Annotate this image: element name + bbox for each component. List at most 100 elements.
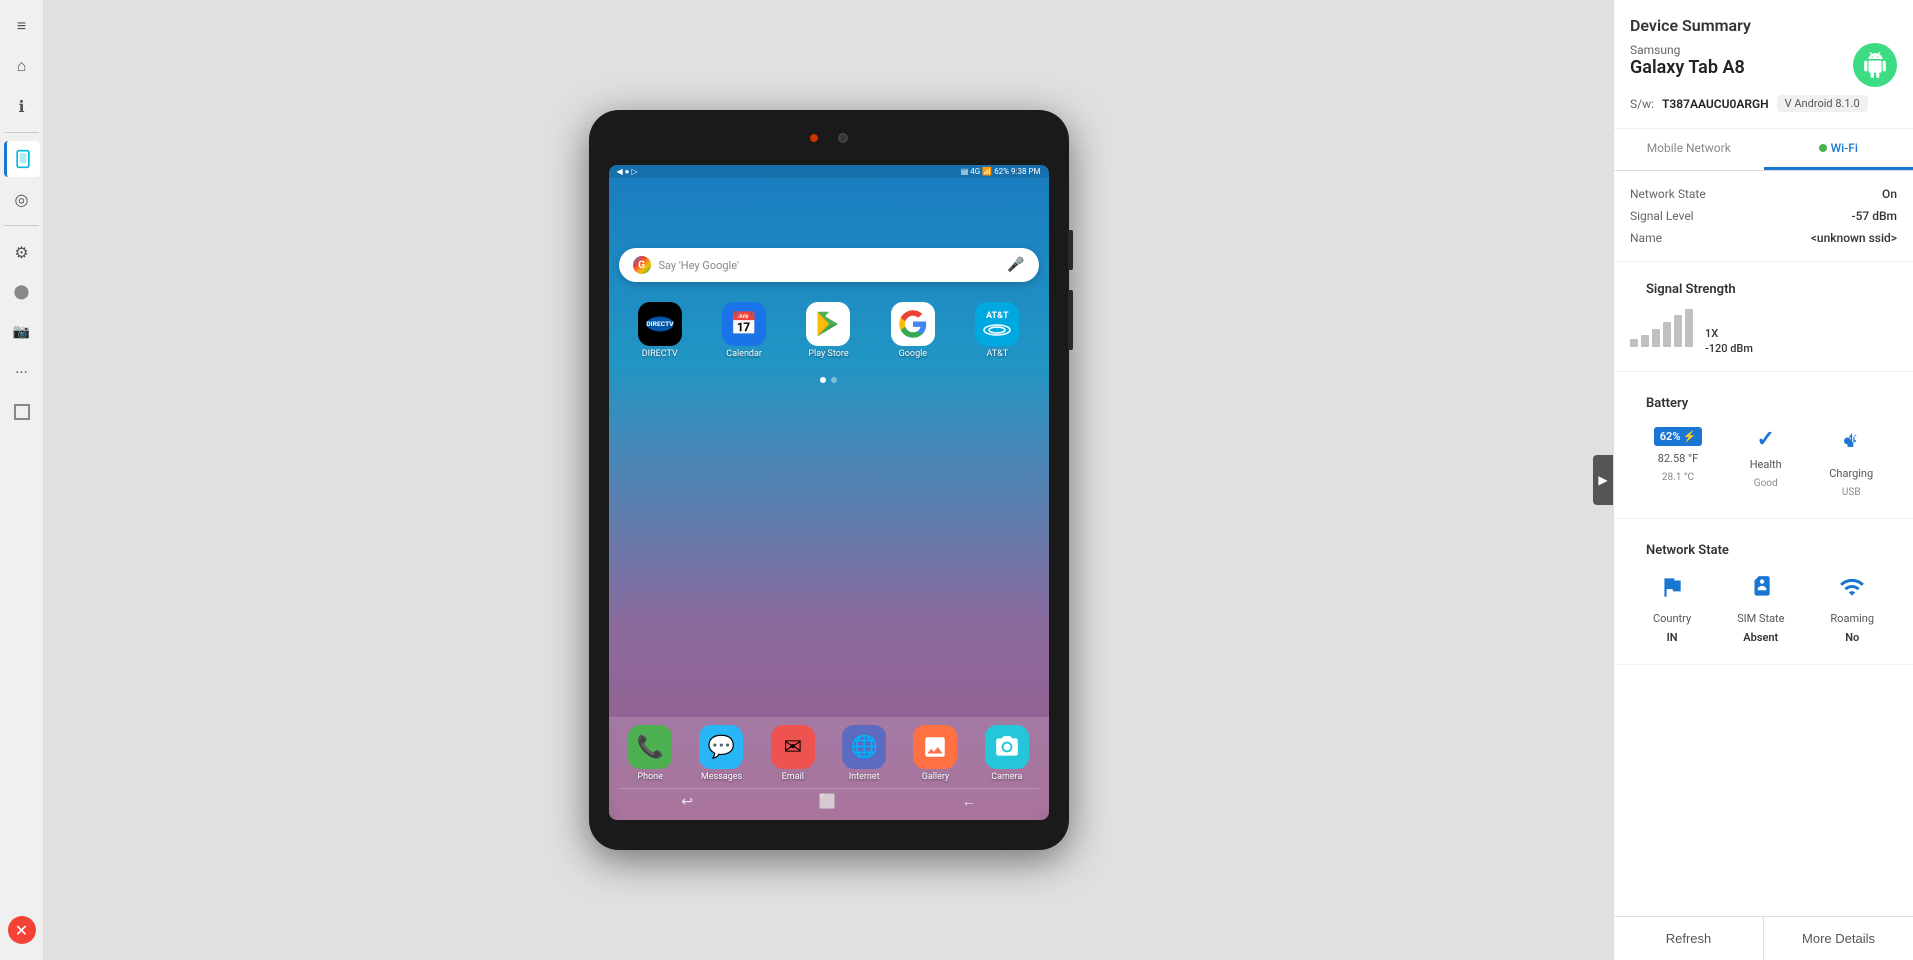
charging-label: Charging [1829, 467, 1873, 481]
more-details-button[interactable]: More Details [1764, 917, 1913, 960]
usb-icon [1837, 427, 1865, 455]
phone-top-bar [589, 110, 1069, 165]
tab-wifi[interactable]: Wi-Fi [1764, 129, 1913, 170]
android-icon [1862, 52, 1888, 78]
roaming-label: Roaming [1830, 612, 1874, 625]
app-playstore[interactable]: Play Store [792, 302, 864, 359]
internet-icon: 🌐 [842, 725, 886, 769]
sw-label: S/w: [1630, 97, 1654, 111]
signal-strength-title: Signal Strength [1630, 270, 1897, 305]
signal-bar-1 [1630, 339, 1638, 347]
signal-labels: 1X -120 dBm [1705, 327, 1753, 355]
sidebar-item-info[interactable]: ℹ [4, 88, 40, 124]
email-icon: ✉ [771, 725, 815, 769]
country-item: Country IN [1653, 574, 1691, 644]
network-icons-row: Country IN SIM State Absent Roaming No [1630, 566, 1897, 652]
messages-label: Messages [701, 772, 742, 782]
tab-mobile-network[interactable]: Mobile Network [1614, 129, 1764, 170]
app-email[interactable]: ✉ Email [761, 725, 824, 782]
signal-dbm: -120 dBm [1705, 342, 1753, 355]
sidebar-item-menu[interactable]: ≡ [4, 8, 40, 44]
app-gallery[interactable]: Gallery [904, 725, 967, 782]
app-messages[interactable]: 💬 Messages [690, 725, 753, 782]
signal-multiplier: 1X [1705, 327, 1753, 340]
roaming-value: No [1845, 631, 1859, 644]
close-icon: ✕ [15, 921, 28, 940]
info-icon: ℹ [18, 97, 24, 116]
sidebar-divider [4, 132, 38, 133]
nav-home[interactable]: ⬜ [819, 794, 836, 810]
app-internet[interactable]: 🌐 Internet [832, 725, 895, 782]
tab-wifi-label: Wi-Fi [1831, 141, 1858, 155]
app-google[interactable]: Google [877, 302, 949, 359]
target-icon: ◎ [15, 190, 29, 209]
signal-bars [1630, 305, 1693, 355]
android-version: V Android 8.1.0 [1777, 95, 1868, 112]
att-icon: AT&T [975, 302, 1019, 346]
gallery-icon [913, 725, 957, 769]
app-calendar[interactable]: 📅 Calendar [708, 302, 780, 359]
mic-icon: 🎤 [1007, 257, 1024, 273]
refresh-button[interactable]: Refresh [1614, 917, 1764, 960]
network-info-section: Network State On Signal Level -57 dBm Na… [1614, 171, 1913, 262]
camera-front [838, 133, 848, 143]
battery-pct-value: 62% [1660, 430, 1681, 443]
sidebar-item-record[interactable]: ⬤ [4, 274, 40, 310]
tab-mobile-label: Mobile Network [1647, 141, 1731, 155]
panel-header: Device Summary Samsung Galaxy Tab A8 S/w… [1614, 0, 1913, 129]
phone-app-icon: 📞 [628, 725, 672, 769]
signal-bar-5 [1674, 315, 1682, 347]
health-value: Good [1754, 478, 1778, 489]
camera-app-icon [985, 725, 1029, 769]
app-att[interactable]: AT&T AT&T [961, 302, 1033, 359]
charging-usb-icon [1837, 427, 1865, 461]
battery-pct-wrap: 62% ⚡ [1654, 427, 1702, 446]
app-phone[interactable]: 📞 Phone [619, 725, 682, 782]
google-label: Google [899, 349, 927, 359]
sidebar-item-camera[interactable]: 📷 [4, 314, 40, 350]
app-camera[interactable]: Camera [975, 725, 1038, 782]
sidebar-item-settings[interactable]: ⚙ [4, 234, 40, 270]
volume-button[interactable] [1068, 290, 1073, 350]
menu-icon: ≡ [17, 16, 26, 36]
sim-state-item: SIM State Absent [1737, 574, 1784, 644]
power-button[interactable] [1068, 230, 1073, 270]
more-icon: ··· [15, 363, 28, 382]
playstore-icon [806, 302, 850, 346]
ssid-name-label: Name [1630, 231, 1662, 245]
device-brand: Samsung [1630, 43, 1745, 57]
sidebar-item-more[interactable]: ··· [4, 354, 40, 390]
sidebar-item-home[interactable]: ⌂ [4, 48, 40, 84]
health-check-icon: ✓ [1756, 427, 1774, 452]
battery-pct-badge: 62% ⚡ [1654, 427, 1702, 446]
google-logo: G [633, 256, 651, 274]
battery-charging-item: Charging USB [1829, 427, 1873, 498]
battery-temp-c: 28.1 °C [1662, 472, 1694, 483]
app-directv[interactable]: DIRECTV DIRECTV [624, 302, 696, 359]
time-display: 9:38 PM [1011, 167, 1040, 176]
signal-bar-4 [1663, 322, 1671, 347]
phone-body: ◀●▷ ▤ 4G 📶 62% 9:38 PM G Say 'Hey Google… [589, 110, 1069, 850]
collapse-button[interactable]: ▶ [1593, 455, 1613, 505]
calendar-label: Calendar [726, 349, 762, 359]
signal-bar-2 [1641, 335, 1649, 347]
battery-temp-f: 82.58 °F [1658, 452, 1699, 466]
sidebar-item-crop[interactable] [4, 394, 40, 430]
svg-text:DIRECTV: DIRECTV [646, 320, 674, 328]
device-icon [13, 149, 33, 169]
panel-title: Device Summary [1630, 16, 1897, 35]
status-icons-right: ▤ 4G 📶 62% 9:38 PM [961, 167, 1041, 176]
sidebar-item-device[interactable] [4, 141, 40, 177]
sidebar-item-target[interactable]: ◎ [4, 181, 40, 217]
record-icon: ⬤ [14, 284, 30, 300]
sim-icon [1748, 574, 1774, 606]
wifi-active-dot [1819, 144, 1827, 152]
nav-back[interactable]: ← [962, 793, 976, 810]
roaming-item: Roaming No [1830, 574, 1874, 644]
status-icons-left: ◀●▷ [617, 167, 638, 176]
nav-bar: ↩ ⬜ ← [619, 788, 1039, 810]
sidebar-item-close[interactable]: ✕ [8, 916, 36, 944]
nav-recents[interactable]: ↩ [681, 794, 693, 810]
phone-app-label: Phone [637, 772, 663, 782]
google-search-bar[interactable]: G Say 'Hey Google' 🎤 [619, 248, 1039, 282]
